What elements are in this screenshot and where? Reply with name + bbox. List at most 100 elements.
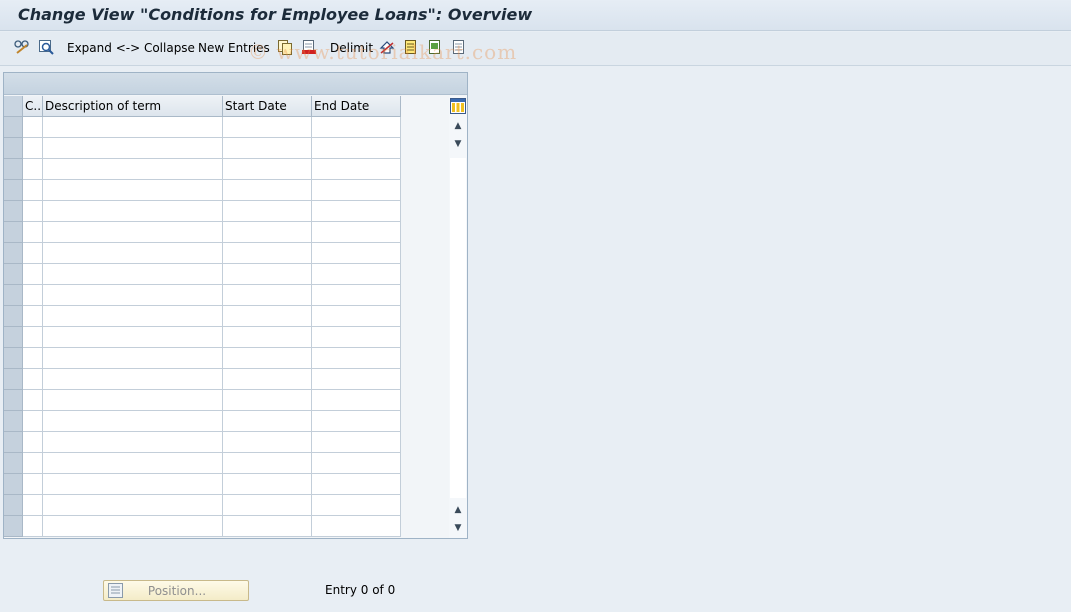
table-cell-start_date[interactable]	[223, 369, 312, 390]
table-cell-c[interactable]	[23, 264, 43, 285]
table-cell-start_date[interactable]	[223, 264, 312, 285]
table-cell-c[interactable]	[23, 180, 43, 201]
expand-collapse-button[interactable]: Expand <-> Collapse	[67, 39, 195, 57]
table-cell-c[interactable]	[23, 453, 43, 474]
row-selector[interactable]	[4, 327, 23, 348]
table-cell-end_date[interactable]	[312, 432, 401, 453]
table-cell-description[interactable]	[43, 432, 223, 453]
table-cell-end_date[interactable]	[312, 138, 401, 159]
row-selector[interactable]	[4, 306, 23, 327]
row-selector[interactable]	[4, 495, 23, 516]
table-cell-end_date[interactable]	[312, 348, 401, 369]
table-cell-end_date[interactable]	[312, 264, 401, 285]
table-cell-description[interactable]	[43, 138, 223, 159]
table-cell-c[interactable]	[23, 306, 43, 327]
table-cell-end_date[interactable]	[312, 327, 401, 348]
table-cell-c[interactable]	[23, 495, 43, 516]
table-cell-start_date[interactable]	[223, 327, 312, 348]
table-cell-c[interactable]	[23, 285, 43, 306]
row-selector[interactable]	[4, 201, 23, 222]
table-cell-c[interactable]	[23, 201, 43, 222]
table-cell-start_date[interactable]	[223, 180, 312, 201]
table-cell-c[interactable]	[23, 222, 43, 243]
table-cell-start_date[interactable]	[223, 348, 312, 369]
table-cell-start_date[interactable]	[223, 411, 312, 432]
table-cell-end_date[interactable]	[312, 243, 401, 264]
select-all-rows-button[interactable]	[4, 96, 23, 117]
row-selector[interactable]	[4, 390, 23, 411]
row-selector[interactable]	[4, 432, 23, 453]
column-header-end-date[interactable]: End Date	[312, 96, 401, 117]
table-cell-description[interactable]	[43, 264, 223, 285]
row-selector[interactable]	[4, 138, 23, 159]
row-selector[interactable]	[4, 411, 23, 432]
table-cell-description[interactable]	[43, 390, 223, 411]
table-cell-start_date[interactable]	[223, 117, 312, 138]
table-cell-description[interactable]	[43, 159, 223, 180]
table-cell-c[interactable]	[23, 117, 43, 138]
table-cell-end_date[interactable]	[312, 201, 401, 222]
table-cell-start_date[interactable]	[223, 243, 312, 264]
pen-glasses-icon[interactable]	[14, 39, 30, 55]
table-cell-c[interactable]	[23, 327, 43, 348]
table-cell-description[interactable]	[43, 453, 223, 474]
table-cell-start_date[interactable]	[223, 222, 312, 243]
table-cell-c[interactable]	[23, 516, 43, 537]
table-cell-end_date[interactable]	[312, 411, 401, 432]
table-cell-end_date[interactable]	[312, 516, 401, 537]
row-selector[interactable]	[4, 243, 23, 264]
table-cell-start_date[interactable]	[223, 495, 312, 516]
table-cell-description[interactable]	[43, 180, 223, 201]
row-selector[interactable]	[4, 348, 23, 369]
column-header-description[interactable]: Description of term	[43, 96, 223, 117]
table-cell-description[interactable]	[43, 327, 223, 348]
row-selector[interactable]	[4, 180, 23, 201]
table-cell-end_date[interactable]	[312, 369, 401, 390]
table-cell-start_date[interactable]	[223, 138, 312, 159]
row-selector[interactable]	[4, 159, 23, 180]
table-cell-end_date[interactable]	[312, 117, 401, 138]
table-cell-c[interactable]	[23, 390, 43, 411]
table-cell-description[interactable]	[43, 411, 223, 432]
table-cell-c[interactable]	[23, 243, 43, 264]
table-cell-description[interactable]	[43, 348, 223, 369]
scroll-bottom-icon[interactable]: ▼	[450, 520, 466, 536]
row-selector[interactable]	[4, 516, 23, 537]
table-cell-end_date[interactable]	[312, 495, 401, 516]
column-header-start-date[interactable]: Start Date	[223, 96, 312, 117]
row-selector[interactable]	[4, 369, 23, 390]
table-cell-description[interactable]	[43, 117, 223, 138]
scroll-down-icon[interactable]: ▲	[450, 502, 466, 518]
table-cell-c[interactable]	[23, 411, 43, 432]
table-cell-end_date[interactable]	[312, 180, 401, 201]
table-cell-c[interactable]	[23, 432, 43, 453]
scroll-top-icon[interactable]: ▲	[450, 118, 466, 134]
table-cell-start_date[interactable]	[223, 432, 312, 453]
scroll-up-icon[interactable]: ▼	[450, 136, 466, 152]
column-settings-icon[interactable]	[450, 98, 466, 114]
table-cell-end_date[interactable]	[312, 159, 401, 180]
table-cell-start_date[interactable]	[223, 201, 312, 222]
table-cell-description[interactable]	[43, 243, 223, 264]
table-cell-start_date[interactable]	[223, 453, 312, 474]
table-cell-c[interactable]	[23, 369, 43, 390]
table-cell-c[interactable]	[23, 348, 43, 369]
row-selector[interactable]	[4, 285, 23, 306]
table-cell-description[interactable]	[43, 369, 223, 390]
table-cell-end_date[interactable]	[312, 453, 401, 474]
table-cell-description[interactable]	[43, 222, 223, 243]
table-cell-end_date[interactable]	[312, 285, 401, 306]
table-cell-start_date[interactable]	[223, 516, 312, 537]
table-cell-end_date[interactable]	[312, 222, 401, 243]
table-cell-c[interactable]	[23, 474, 43, 495]
table-cell-start_date[interactable]	[223, 306, 312, 327]
table-cell-description[interactable]	[43, 474, 223, 495]
table-cell-start_date[interactable]	[223, 285, 312, 306]
position-button[interactable]: Position...	[103, 580, 249, 601]
table-cell-description[interactable]	[43, 306, 223, 327]
table-cell-description[interactable]	[43, 201, 223, 222]
table-cell-end_date[interactable]	[312, 306, 401, 327]
table-cell-end_date[interactable]	[312, 474, 401, 495]
scrollbar-track[interactable]	[450, 158, 466, 498]
row-selector[interactable]	[4, 453, 23, 474]
